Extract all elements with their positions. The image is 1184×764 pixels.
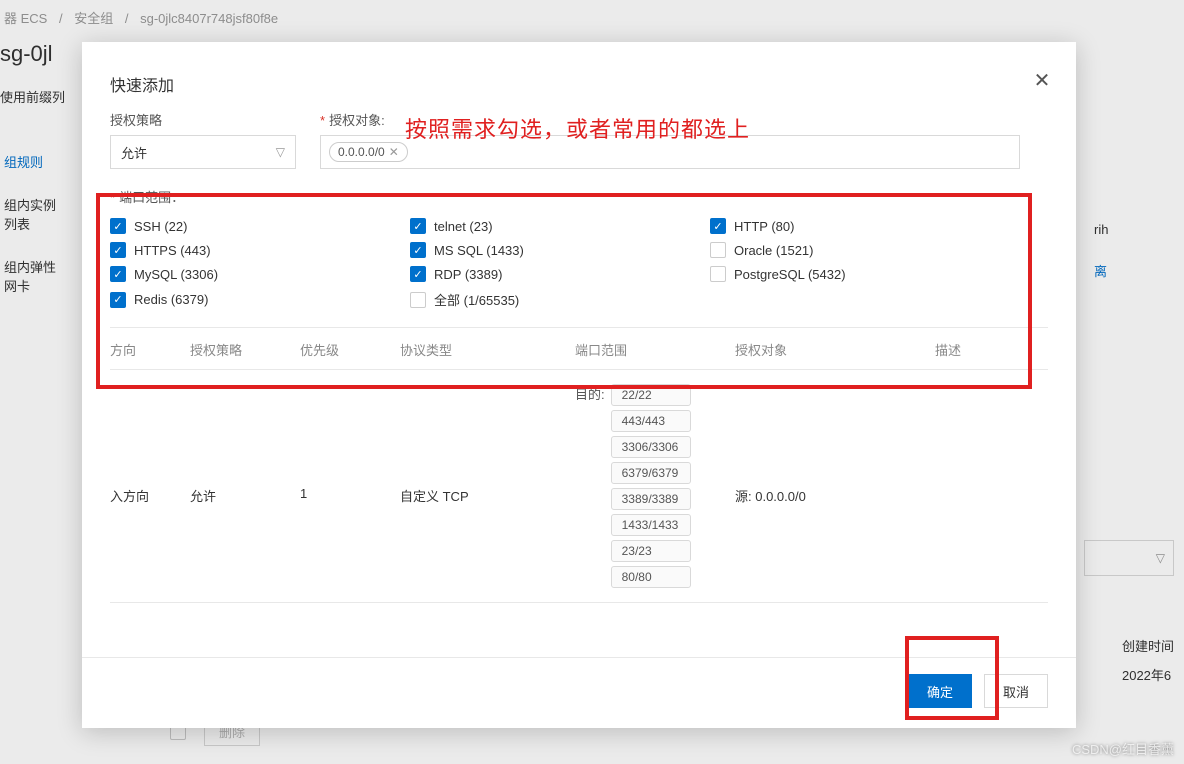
port-checkbox-item[interactable]: Oracle (1521) bbox=[710, 242, 1010, 258]
port-tag: 23/23 bbox=[611, 540, 691, 562]
port-checkbox-item[interactable]: ✓ HTTPS (443) bbox=[110, 242, 410, 258]
checkbox-label: HTTPS (443) bbox=[134, 243, 211, 258]
port-checkbox-item[interactable]: ✓ MS SQL (1433) bbox=[410, 242, 710, 258]
checkbox-label: MS SQL (1433) bbox=[434, 243, 524, 258]
port-checkbox-item[interactable]: PostgreSQL (5432) bbox=[710, 266, 1010, 282]
checkbox-label: MySQL (3306) bbox=[134, 267, 218, 282]
checkbox-label: HTTP (80) bbox=[734, 219, 794, 234]
port-tag: 1433/1433 bbox=[611, 514, 691, 536]
port-checkbox-item[interactable]: ✓ RDP (3389) bbox=[410, 266, 710, 282]
watermark: CSDN@红目香薰 bbox=[1072, 739, 1174, 758]
table-header: 方向 授权策略 优先级 协议类型 端口范围 授权对象 描述 bbox=[110, 328, 1048, 370]
ok-button[interactable]: 确定 bbox=[908, 674, 972, 708]
modal-footer: 确定 取消 bbox=[82, 657, 1076, 728]
port-tag: 22/22 bbox=[611, 384, 691, 406]
port-checkbox-item[interactable]: ✓ SSH (22) bbox=[110, 218, 410, 234]
port-checkbox-item[interactable]: ✓ Redis (6379) bbox=[110, 290, 410, 309]
checkbox[interactable]: ✓ bbox=[710, 218, 726, 234]
checkbox[interactable]: ✓ bbox=[410, 242, 426, 258]
checkbox[interactable]: ✓ bbox=[110, 242, 126, 258]
port-dest-label: 目的: bbox=[575, 384, 605, 403]
th-source: 授权对象 bbox=[735, 340, 935, 359]
rules-table: 方向 授权策略 优先级 协议类型 端口范围 授权对象 描述 入方向 允许 1 自… bbox=[110, 327, 1048, 603]
th-direction: 方向 bbox=[110, 340, 190, 359]
th-protocol: 协议类型 bbox=[400, 340, 575, 359]
modal-title: 快速添加 bbox=[110, 72, 1048, 96]
modal-header: 快速添加 ✕ bbox=[82, 42, 1076, 110]
cell-direction: 入方向 bbox=[110, 384, 190, 505]
port-checkbox-item[interactable]: 全部 (1/65535) bbox=[410, 290, 710, 309]
th-desc: 描述 bbox=[935, 340, 1015, 359]
port-checkbox-item[interactable]: ✓ HTTP (80) bbox=[710, 218, 1010, 234]
port-tags-list: 22/22 443/443 3306/3306 6379/6379 3389/3389 1… bbox=[611, 384, 691, 588]
th-policy: 授权策略 bbox=[190, 340, 300, 359]
checkbox-label: RDP (3389) bbox=[434, 267, 502, 282]
checkbox-label: telnet (23) bbox=[434, 219, 493, 234]
th-port: 端口范围 bbox=[575, 340, 735, 359]
checkbox[interactable]: ✓ bbox=[410, 266, 426, 282]
checkbox[interactable]: ✓ bbox=[410, 218, 426, 234]
th-priority: 优先级 bbox=[300, 340, 400, 359]
cell-priority: 1 bbox=[300, 384, 400, 501]
cancel-button[interactable]: 取消 bbox=[984, 674, 1048, 708]
checkbox[interactable]: ✓ bbox=[110, 218, 126, 234]
annotation-text: 按照需求勾选，或者常用的都选上 bbox=[405, 112, 750, 144]
checkbox[interactable] bbox=[410, 292, 426, 308]
auth-policy-label: 授权策略 bbox=[110, 110, 296, 129]
port-checkbox-grid: ✓ SSH (22) ✓ telnet (23) ✓ HTTP (80) ✓ HTTPS (4… bbox=[110, 218, 1048, 309]
checkbox-label: Redis (6379) bbox=[134, 292, 208, 307]
quick-add-modal: 快速添加 ✕ 授权策略 允许 ▽ *授权对象: 0.0.0.0/0 ✕ bbox=[82, 42, 1076, 728]
port-tag: 3389/3389 bbox=[611, 488, 691, 510]
auth-policy-select[interactable]: 允许 ▽ bbox=[110, 135, 296, 169]
cell-protocol: 自定义 TCP bbox=[400, 384, 575, 505]
table-row: 入方向 允许 1 自定义 TCP 目的: 22/22 443/443 3306/33… bbox=[110, 370, 1048, 603]
checkbox[interactable]: ✓ bbox=[110, 266, 126, 282]
cell-policy: 允许 bbox=[190, 384, 300, 505]
checkbox[interactable]: ✓ bbox=[110, 292, 126, 308]
modal-body: 授权策略 允许 ▽ *授权对象: 0.0.0.0/0 ✕ *端口范围： ✓SSH… bbox=[82, 110, 1076, 657]
chevron-down-icon: ▽ bbox=[276, 145, 285, 159]
port-tag: 6379/6379 bbox=[611, 462, 691, 484]
checkbox-label: SSH (22) bbox=[134, 219, 187, 234]
port-tag: 443/443 bbox=[611, 410, 691, 432]
port-range-label: *端口范围： bbox=[110, 187, 1048, 206]
checkbox[interactable] bbox=[710, 266, 726, 282]
port-tag: 3306/3306 bbox=[611, 436, 691, 458]
port-checkbox-item[interactable]: ✓ MySQL (3306) bbox=[110, 266, 410, 282]
checkbox-label: 全部 (1/65535) bbox=[434, 290, 519, 309]
checkbox[interactable] bbox=[710, 242, 726, 258]
checkbox-label: PostgreSQL (5432) bbox=[734, 267, 846, 282]
remove-tag-icon[interactable]: ✕ bbox=[389, 145, 399, 159]
auth-target-tag: 0.0.0.0/0 ✕ bbox=[329, 142, 408, 162]
port-checkbox-item[interactable]: ✓ telnet (23) bbox=[410, 218, 710, 234]
close-icon[interactable]: ✕ bbox=[1030, 68, 1054, 92]
cell-source: 源: 0.0.0.0/0 bbox=[735, 384, 935, 505]
port-tag: 80/80 bbox=[611, 566, 691, 588]
cell-port: 目的: 22/22 443/443 3306/3306 6379/6379 3389/3… bbox=[575, 384, 735, 588]
checkbox-label: Oracle (1521) bbox=[734, 243, 813, 258]
auth-policy-value: 允许 bbox=[121, 143, 147, 162]
